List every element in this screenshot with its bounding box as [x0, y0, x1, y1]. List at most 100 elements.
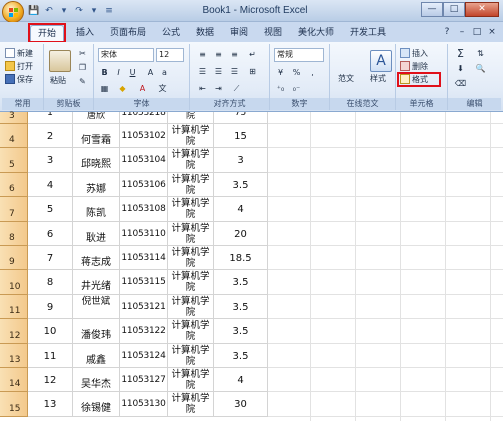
row-header[interactable]: 8 — [0, 221, 28, 246]
cell-college[interactable]: 院 — [168, 112, 214, 124]
cell-index[interactable]: 8 — [28, 270, 73, 295]
cell-student-id[interactable]: 11053104 — [120, 148, 168, 173]
ribbon-close-icon[interactable]: × — [487, 27, 497, 37]
cell-index[interactable]: 6 — [28, 221, 73, 246]
shrink-font-button[interactable]: a — [158, 66, 171, 79]
fill-icon[interactable]: ⬇ — [454, 62, 467, 75]
cell-name[interactable]: 戚鑫 — [73, 343, 120, 368]
cell-student-id[interactable]: 11053127 — [120, 368, 168, 393]
cell-college[interactable]: 计算机学院 — [168, 319, 214, 344]
cell-college[interactable]: 计算机学院 — [168, 148, 214, 173]
styles-button[interactable]: 样式 — [370, 74, 386, 84]
sort-filter-icon[interactable]: ⇅ — [474, 47, 487, 60]
cell-index[interactable]: 5 — [28, 197, 73, 222]
tab-page-layout[interactable]: 页面布局 — [106, 25, 150, 42]
cell-value[interactable]: 3.5 — [214, 172, 268, 198]
cell-index[interactable]: 1 — [28, 112, 73, 124]
cell-name[interactable]: 耿进 — [73, 221, 120, 246]
cell-name[interactable]: 陈凯 — [73, 197, 120, 222]
cell-college[interactable]: 计算机学院 — [168, 343, 214, 368]
cell-student-id[interactable]: 11053115 — [120, 270, 168, 295]
cell-index[interactable]: 2 — [28, 124, 73, 149]
row-header[interactable]: 13 — [0, 343, 28, 368]
cell-college[interactable]: 计算机学院 — [168, 270, 214, 295]
currency-icon[interactable]: ¥ — [274, 66, 287, 79]
row-header[interactable]: 9 — [0, 246, 28, 271]
bold-button[interactable]: B — [98, 66, 111, 79]
cell-index[interactable]: 13 — [28, 392, 73, 417]
row-header[interactable]: 5 — [0, 148, 28, 173]
cell-student-id[interactable]: 11053218 — [120, 112, 168, 124]
cell-name[interactable]: 倪世斌 — [73, 294, 120, 320]
cell-index[interactable]: 3 — [28, 148, 73, 173]
tab-data[interactable]: 数据 — [192, 25, 218, 42]
cell-college[interactable]: 计算机学院 — [168, 172, 214, 198]
cell-value[interactable]: 4 — [214, 197, 268, 222]
italic-button[interactable]: I — [112, 66, 125, 79]
tab-beautify-master[interactable]: 美化大师 — [294, 25, 338, 42]
cell-name[interactable]: 唐欣 — [73, 112, 120, 124]
increase-decimal-icon[interactable]: ⁺₀ — [274, 82, 287, 95]
cell-student-id[interactable]: 11053102 — [120, 124, 168, 149]
clear-icon[interactable]: ⌫ — [454, 77, 467, 90]
row-header[interactable]: 15 — [0, 392, 28, 417]
cell-value[interactable]: 3.5 — [214, 270, 268, 295]
row-header[interactable]: 10 — [0, 270, 28, 295]
autosum-button[interactable]: Σ — [454, 47, 467, 60]
help-icon[interactable]: ? — [442, 27, 452, 37]
increase-indent-icon[interactable]: ⇥ — [212, 82, 225, 95]
cell-value[interactable]: 30 — [214, 392, 268, 417]
wrap-text-icon[interactable]: ↵ — [246, 48, 259, 61]
tab-developer[interactable]: 开发工具 — [346, 25, 390, 42]
customize-qat-icon[interactable]: ≡ — [103, 5, 115, 17]
cell-name[interactable]: 蒋志成 — [73, 246, 120, 271]
redo-dropdown-icon[interactable]: ▾ — [88, 5, 100, 17]
ribbon-restore-icon[interactable]: □ — [472, 27, 482, 37]
office-button[interactable] — [2, 1, 24, 23]
fanwen-button[interactable]: 范文 — [338, 74, 354, 84]
cell-value[interactable]: 3.5 — [214, 319, 268, 344]
save-button[interactable]: 保存 — [5, 74, 33, 85]
comma-button[interactable]: , — [306, 66, 319, 79]
cell-college[interactable]: 计算机学院 — [168, 221, 214, 246]
styles-icon[interactable]: A — [370, 50, 392, 72]
percent-button[interactable]: % — [290, 66, 303, 79]
format-painter-icon[interactable]: ✎ — [76, 75, 89, 88]
borders-icon[interactable]: ▦ — [98, 82, 111, 95]
cell-college[interactable]: 计算机学院 — [168, 197, 214, 222]
align-bottom-icon[interactable]: ≡ — [228, 48, 241, 61]
cell-index[interactable]: 4 — [28, 172, 73, 198]
cell-name[interactable]: 邱晓熙 — [73, 148, 120, 173]
minimize-button[interactable]: — — [421, 2, 443, 17]
cell-student-id[interactable]: 11053130 — [120, 392, 168, 417]
fill-color-icon[interactable]: ◆ — [116, 82, 129, 95]
underline-button[interactable]: U — [126, 66, 139, 79]
delete-cells-button[interactable]: 删除 — [400, 61, 428, 72]
cell-index[interactable]: 11 — [28, 343, 73, 368]
row-header[interactable]: 3 — [0, 111, 28, 124]
cell-name[interactable]: 苏娜 — [73, 172, 120, 198]
cell-index[interactable]: 12 — [28, 368, 73, 393]
number-format-select[interactable]: 常规 — [274, 48, 324, 62]
row-header[interactable]: 12 — [0, 319, 28, 344]
tab-insert[interactable]: 插入 — [72, 25, 98, 42]
cell-value[interactable]: 3.5 — [214, 294, 268, 320]
copy-icon[interactable]: ❐ — [76, 61, 89, 74]
phonetic-icon[interactable]: 文 — [156, 82, 169, 95]
merge-center-icon[interactable]: ⊞ — [246, 65, 259, 78]
tab-view[interactable]: 视图 — [260, 25, 286, 42]
cell-value[interactable]: 75 — [214, 112, 268, 124]
cell-index[interactable]: 9 — [28, 294, 73, 320]
tab-formulas[interactable]: 公式 — [158, 25, 184, 42]
paste-button[interactable]: 粘贴 — [50, 76, 66, 86]
redo-icon[interactable]: ↷ — [73, 5, 85, 17]
row-header[interactable]: 7 — [0, 197, 28, 222]
cell-college[interactable]: 计算机学院 — [168, 246, 214, 271]
align-right-icon[interactable]: ☰ — [228, 65, 241, 78]
decrease-decimal-icon[interactable]: ₀⁻ — [290, 82, 303, 95]
cell-student-id[interactable]: 11053121 — [120, 294, 168, 320]
ribbon-minimize-icon[interactable]: – — [457, 27, 467, 37]
align-middle-icon[interactable]: ≡ — [212, 48, 225, 61]
cell-student-id[interactable]: 11053110 — [120, 221, 168, 246]
font-color-icon[interactable]: A — [136, 82, 149, 95]
